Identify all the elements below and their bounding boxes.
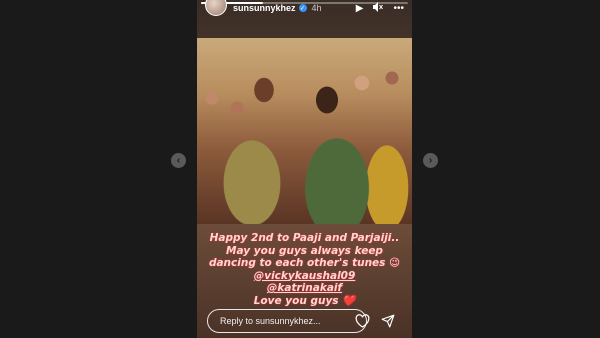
mention-link[interactable]: @vickykaushal09 (201, 270, 408, 283)
story-header: sunsunnykhez ✓ 4h ▶ ••• (205, 0, 404, 16)
avatar[interactable] (205, 0, 227, 16)
story-photo (197, 38, 412, 224)
caption-line: dancing to each other's tunes 😉 (208, 257, 401, 269)
heart-icon (355, 314, 369, 328)
story-controls: ▶ ••• (356, 1, 404, 15)
chevron-left-icon: ‹ (176, 155, 181, 166)
like-button[interactable] (354, 313, 370, 329)
previous-story-button[interactable]: ‹ (171, 153, 186, 168)
story-viewer[interactable]: sunsunnykhez ✓ 4h ▶ ••• Happy 2nd to Paa… (197, 0, 412, 338)
share-button[interactable] (380, 313, 396, 329)
play-icon[interactable]: ▶ (356, 3, 364, 14)
story-username[interactable]: sunsunnykhez (233, 3, 296, 13)
next-story-button[interactable]: › (423, 153, 438, 168)
reply-field-container[interactable] (207, 309, 367, 333)
mute-icon[interactable] (373, 1, 384, 15)
chevron-right-icon: › (428, 155, 433, 166)
photo-crowd (197, 68, 412, 128)
caption-line: Love you guys ❤️ (253, 294, 356, 307)
verified-badge-icon: ✓ (298, 4, 307, 12)
story-timestamp: 4h (311, 3, 322, 13)
reply-input[interactable] (220, 316, 360, 326)
more-options-icon[interactable]: ••• (393, 3, 404, 14)
caption-line: Happy 2nd to Paaji and Parjaiji.. (209, 232, 400, 244)
story-caption: Happy 2nd to Paaji and Parjaiji.. May yo… (201, 232, 408, 307)
mention-link[interactable]: @katrinakaif (201, 282, 408, 295)
caption-line: May you guys always keep (226, 244, 383, 257)
send-icon (381, 314, 395, 328)
